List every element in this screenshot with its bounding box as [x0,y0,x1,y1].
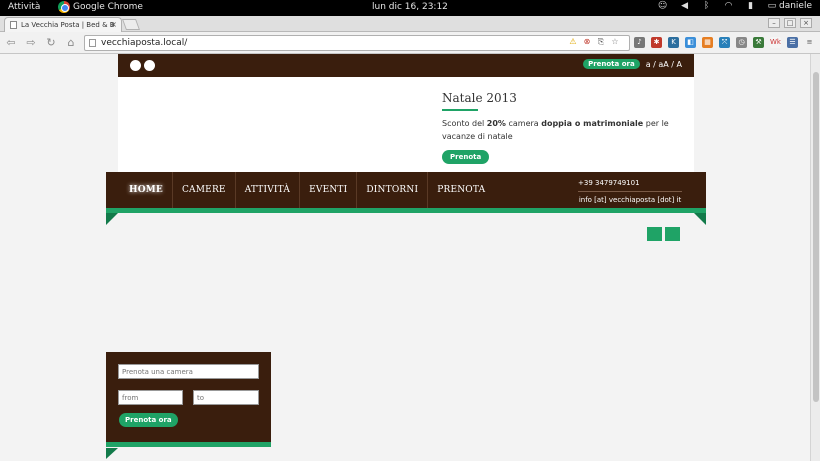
contact-info: +39 3479749101 info [at] vecchiaposta [d… [578,179,682,204]
extension-timer-icon[interactable]: ◷ [736,37,747,48]
nav-green-ribbon [106,208,706,213]
extension-bell-icon[interactable]: ♪ [634,37,645,48]
scrollbar-thumb[interactable] [813,72,819,402]
promo-title: Natale 2013 [442,91,517,105]
extension-wk-icon[interactable]: Wk [770,37,781,48]
extension-k-icon[interactable]: K [668,37,679,48]
dot-icon [130,60,141,71]
extension-tool-icon[interactable]: ⚒ [753,37,764,48]
bookmark-star-icon[interactable]: ☆ [610,37,620,47]
close-window-icon[interactable]: × [800,18,812,28]
blocked-icon[interactable]: ⊗ [582,37,592,47]
tab-strip: La Vecchia Posta | Bed & B × – □ × [0,16,820,32]
dot-icon [144,60,155,71]
chrome-menu-icon[interactable]: ≡ [804,37,815,48]
contact-phone[interactable]: +39 3479749101 [578,179,682,187]
topbar-actions: Prenota ora a / aA / A [583,59,682,69]
extension-puzzle-icon[interactable]: ◧ [685,37,696,48]
close-tab-icon[interactable]: × [110,20,117,29]
extension-list-icon[interactable]: ☰ [787,37,798,48]
battery-icon[interactable]: ▮ [746,1,756,11]
accessibility-icon[interactable]: ☺ [658,1,668,11]
promo-text: Sconto del 20% camera doppia o matrimoni… [442,119,669,141]
promo-divider [442,109,478,111]
extension-gear-icon[interactable]: ✱ [651,37,662,48]
url-text: vecchiaposta.local/ [101,38,188,48]
warning-icon[interactable]: ⚠ [568,37,578,47]
new-tab-button[interactable] [121,19,141,30]
tab-la-vecchia-posta[interactable]: La Vecchia Posta | Bed & B × [4,17,122,32]
booking-green-ribbon [106,442,271,447]
font-size-controls[interactable]: a / aA / A [646,60,682,69]
extension-share-icon[interactable]: ⤧ [719,37,730,48]
page-scrollbar[interactable] [810,54,820,461]
volume-icon[interactable]: ◀ [680,1,690,11]
nav-item-camere[interactable]: CAMERE [173,172,236,208]
promo-box: Natale 2013 Sconto del 20% camera doppia… [442,91,688,164]
extension-color-icon[interactable]: ▦ [702,37,713,48]
hero-section: Natale 2013 Sconto del 20% camera doppia… [118,77,694,172]
bluetooth-icon[interactable]: ᛒ [702,1,712,11]
menu: HOME CAMERE ATTIVITÀ EVENTI DINTORNI PRE… [120,172,494,208]
slider-controls [647,227,680,241]
booking-widget: Prenota ora [106,352,271,447]
main-navigation: HOME CAMERE ATTIVITÀ EVENTI DINTORNI PRE… [106,172,706,213]
nav-item-home[interactable]: HOME [120,172,173,208]
book-now-top-button[interactable]: Prenota ora [583,59,640,69]
page-favicon-icon [10,21,17,29]
from-date-input[interactable] [118,390,183,405]
slider-next-button[interactable] [665,227,680,241]
maximize-icon[interactable]: □ [784,18,796,28]
chrome-icon [58,1,70,13]
page-info-icon[interactable] [89,39,96,47]
translate-icon[interactable]: ⎘ [596,37,606,47]
forward-icon[interactable]: ⇨ [24,36,38,50]
minimize-icon[interactable]: – [768,18,780,28]
contact-email[interactable]: info [at] vecchiaposta [dot] it [578,196,682,204]
extension-icons: ♪ ✱ K ◧ ▦ ⤧ ◷ ⚒ Wk ☰ ≡ [634,37,815,48]
page-viewport: Prenota ora a / aA / A Natale 2013 Scont… [0,54,810,461]
app-menu[interactable]: Google Chrome [58,1,143,13]
contact-divider [578,191,682,192]
back-icon[interactable]: ⇦ [4,36,18,50]
activities-button[interactable]: Attività [8,2,40,12]
omnibox-icons: ⚠ ⊗ ⎘ ☆ [568,37,620,47]
slider-prev-button[interactable] [647,227,662,241]
user-name: daniele [778,1,812,11]
tab-title: La Vecchia Posta | Bed & B [21,21,115,29]
nav-item-dintorni[interactable]: DINTORNI [357,172,429,208]
status-area[interactable]: ☺ ◀ ᛒ ◠ ▮ ▭ daniele [658,1,812,11]
browser-toolbar: ⇦ ⇨ ↻ ⌂ vecchiaposta.local/ ⚠ ⊗ ⎘ ☆ ♪ ✱ … [0,32,820,54]
ribbon-fold-right [694,213,706,225]
system-top-bar: Attività Google Chrome lun dic 16, 23:12… [0,0,820,16]
booking-ribbon-fold [106,448,118,459]
window-controls: – □ × [768,18,812,28]
site-logo-dots[interactable] [130,60,155,71]
app-name: Google Chrome [73,2,143,12]
booking-submit-button[interactable]: Prenota ora [119,413,178,427]
promo-book-button[interactable]: Prenota [442,150,490,164]
clock[interactable]: lun dic 16, 23:12 [372,2,448,12]
reload-icon[interactable]: ↻ [44,36,58,50]
to-date-input[interactable] [193,390,259,405]
nav-item-eventi[interactable]: EVENTI [300,172,358,208]
nav-item-prenota[interactable]: PRENOTA [428,172,494,208]
user-icon: ▭ [767,1,777,11]
wifi-icon[interactable]: ◠ [724,1,734,11]
room-input[interactable] [118,364,259,379]
nav-item-attivita[interactable]: ATTIVITÀ [236,172,301,208]
address-bar[interactable]: vecchiaposta.local/ [84,35,630,51]
home-icon[interactable]: ⌂ [64,36,78,50]
user-menu[interactable]: ▭ daniele [768,1,812,11]
ribbon-fold-left [106,213,118,225]
